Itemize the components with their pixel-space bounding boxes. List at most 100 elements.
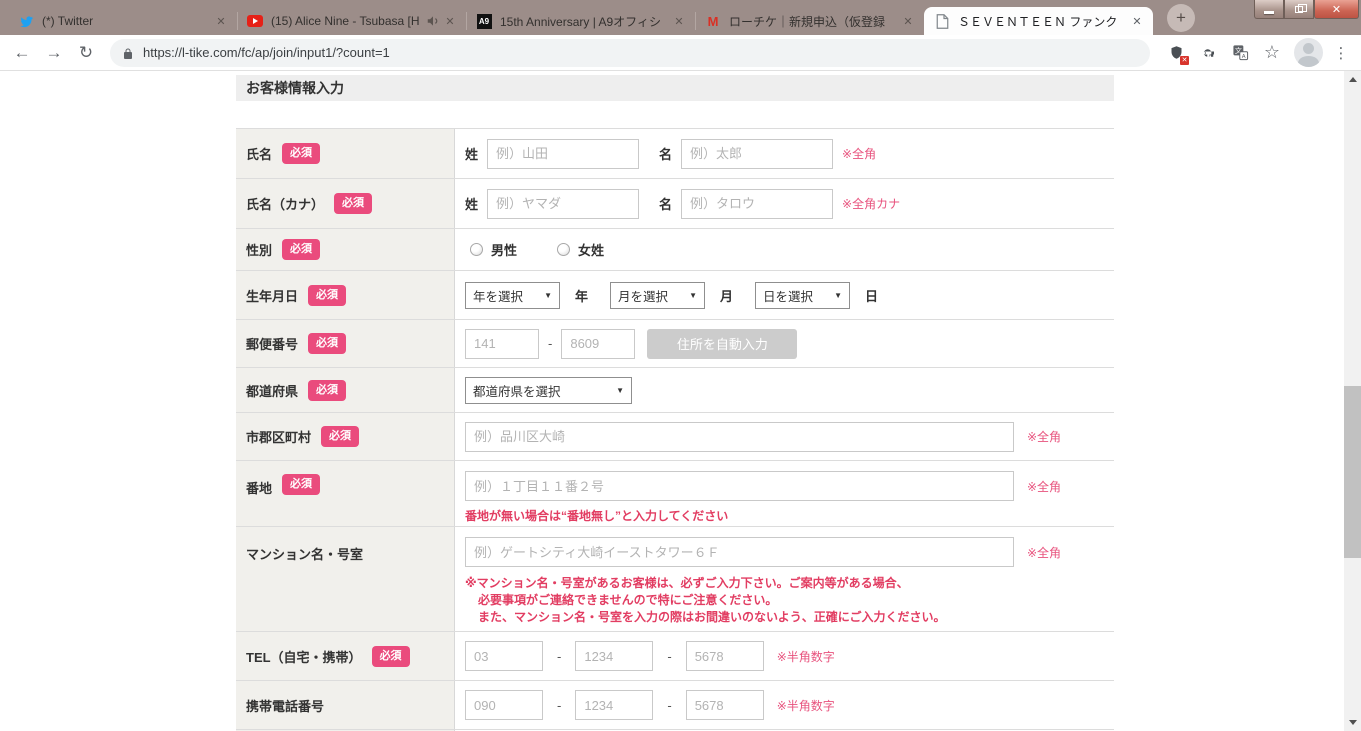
city-input[interactable] — [465, 421, 1014, 452]
bookmark-star-icon[interactable]: ☆ — [1259, 40, 1285, 66]
close-tab-icon[interactable]: ✕ — [213, 13, 229, 29]
close-window-button[interactable]: ✕ — [1314, 0, 1359, 19]
tab-title: 15th Anniversary | A9オフィシ — [500, 14, 661, 29]
gender-male-radio[interactable] — [470, 243, 483, 256]
youtube-icon — [247, 13, 263, 29]
tel-part2-input[interactable] — [575, 641, 654, 671]
sei-label: 姓 — [465, 147, 479, 162]
row-label-cell: マンション名・号室 — [236, 527, 455, 631]
note-zenkaku: ※全角 — [1027, 430, 1062, 444]
close-tab-icon[interactable]: ✕ — [671, 13, 687, 29]
tab-twitter[interactable]: (*) Twitter ✕ — [8, 7, 237, 35]
day-select[interactable]: 日を選択 ▼ — [755, 281, 851, 309]
vertical-scrollbar[interactable] — [1344, 71, 1361, 731]
sei-label: 姓 — [465, 197, 479, 212]
row-banchi: 番地 必須 ※全角 番地が無い場合は“番地無し”と入力してください — [236, 461, 1114, 527]
translate-icon[interactable]: 文A — [1227, 40, 1253, 66]
scroll-down-arrow-icon[interactable] — [1344, 714, 1361, 731]
browser-titlebar: (*) Twitter ✕ (15) Alice Nine - Tsubasa … — [0, 0, 1361, 35]
scroll-up-arrow-icon[interactable] — [1344, 71, 1361, 88]
mansion-input[interactable] — [465, 537, 1014, 567]
svg-text:A: A — [1241, 54, 1245, 60]
tab-youtube[interactable]: (15) Alice Nine - Tsubasa [H ✕ — [237, 7, 466, 35]
prefecture-select[interactable]: 都道府県を選択 ▼ — [465, 376, 632, 404]
tel-part3-input[interactable] — [685, 641, 764, 671]
row-label-cell: TEL（自宅・携帯） 必須 — [236, 632, 455, 680]
new-tab-button[interactable]: + — [1167, 3, 1195, 32]
mobile-part1-input[interactable] — [465, 690, 543, 720]
close-tab-icon[interactable]: ✕ — [442, 13, 458, 29]
banchi-input[interactable] — [465, 471, 1014, 501]
gender-female-radio[interactable] — [557, 243, 571, 256]
last-name-input[interactable] — [487, 138, 640, 169]
profile-avatar[interactable] — [1294, 38, 1323, 67]
row-zipcode: 郵便番号 必須 - 住所を自動入力 — [236, 320, 1114, 368]
extension-badge: ✕ — [1180, 55, 1189, 65]
row-mobile: 携帯電話番号 - - ※半角数字 — [236, 681, 1114, 730]
url-text[interactable]: https://l-tike.com/fc/ap/join/input1/?co… — [143, 45, 390, 60]
shield-extension-icon[interactable]: ✕ — [1163, 40, 1189, 66]
required-badge: 必須 — [282, 143, 321, 164]
banchi-warning: 番地が無い場合は“番地無し”と入力してください — [465, 509, 729, 523]
page-icon — [934, 13, 950, 29]
page-viewport: お客様情報入力 氏名 必須 姓 名 ※全角 — [0, 71, 1361, 731]
lock-icon[interactable] — [122, 47, 134, 59]
row-kana: 氏名（カナ） 必須 姓 名 ※全角カナ — [236, 179, 1114, 229]
field-label: 氏名 — [246, 147, 273, 162]
mobile-part2-input[interactable] — [575, 690, 654, 720]
chevron-down-icon: ▼ — [689, 290, 698, 300]
form-content: お客様情報入力 氏名 必須 姓 名 ※全角 — [236, 75, 1114, 731]
back-button[interactable]: ← — [8, 39, 36, 67]
close-tab-icon[interactable]: ✕ — [1129, 13, 1145, 29]
close-tab-icon[interactable]: ✕ — [900, 13, 916, 29]
row-label-cell: 番地 必須 — [236, 461, 455, 526]
chevron-down-icon: ▼ — [834, 290, 843, 300]
gender-male-label: 男性 — [491, 243, 518, 258]
field-label: 都道府県 — [246, 383, 299, 399]
mobile-part3-input[interactable] — [685, 690, 764, 720]
first-name-input[interactable] — [681, 138, 834, 169]
row-label-cell: 都道府県 必須 — [236, 368, 455, 412]
forward-button[interactable]: → — [40, 39, 68, 67]
scrollbar-thumb[interactable] — [1344, 386, 1361, 558]
month-select[interactable]: 月を選択 ▼ — [610, 281, 706, 309]
address-bar[interactable]: https://l-tike.com/fc/ap/join/input1/?co… — [110, 38, 1150, 67]
mobile-dash: - — [667, 697, 672, 713]
speaker-icon[interactable] — [426, 14, 440, 28]
field-label: TEL（自宅・携帯） — [246, 649, 362, 665]
year-select[interactable]: 年を選択 ▼ — [465, 281, 560, 309]
field-label: 市郡区町村 — [246, 430, 312, 445]
gmail-icon: M — [707, 13, 719, 29]
row-name: 氏名 必須 姓 名 ※全角 — [236, 129, 1114, 179]
tab-a9[interactable]: A9 15th Anniversary | A9オフィシ ✕ — [466, 7, 695, 35]
auto-address-button[interactable]: 住所を自動入力 — [647, 328, 798, 359]
row-prefecture: 都道府県 必須 都道府県を選択 ▼ — [236, 368, 1114, 413]
tab-seventeen-active[interactable]: ＳＥＶＥＮＴＥＥＮ ファンク ✕ — [924, 7, 1153, 35]
key-extension-icon[interactable] — [1195, 40, 1221, 66]
mei-label: 名 — [659, 197, 673, 212]
restore-button[interactable] — [1284, 0, 1314, 19]
window-controls: ✕ — [1254, 0, 1359, 19]
mansion-warning-line3: また、マンション名・号室を入力の際はお間違いのないよう、正確にご入力ください。 — [478, 610, 946, 624]
browser-menu-icon[interactable]: ⋮ — [1329, 44, 1353, 62]
zip-part2-input[interactable] — [561, 328, 636, 359]
first-name-kana-input[interactable] — [681, 188, 834, 219]
reload-button[interactable]: ↻ — [72, 39, 100, 67]
tab-title: (*) Twitter — [42, 14, 94, 28]
note-hankaku: ※半角数字 — [776, 698, 835, 713]
zip-part1-input[interactable] — [465, 328, 539, 359]
day-suffix: 日 — [865, 288, 879, 304]
row-label-cell: 性別 必須 — [236, 229, 455, 270]
form-table: 氏名 必須 姓 名 ※全角 氏名（カナ） 必須 — [236, 128, 1114, 731]
minimize-button[interactable] — [1254, 0, 1284, 19]
browser-window: (*) Twitter ✕ (15) Alice Nine - Tsubasa … — [0, 0, 1361, 731]
chevron-down-icon: ▼ — [544, 290, 552, 300]
row-label-cell: 郵便番号 必須 — [236, 320, 455, 367]
required-badge: 必須 — [308, 333, 347, 354]
row-label-cell: 氏名 必須 — [236, 129, 455, 178]
tab-gmail[interactable]: M ローチケ｜新規申込（仮登録 ✕ — [695, 7, 924, 35]
last-name-kana-input[interactable] — [487, 188, 640, 219]
tel-part1-input[interactable] — [465, 641, 543, 671]
row-birthdate: 生年月日 必須 年を選択 ▼ 年 月を選択 ▼ 月 日を選択 ▼ 日 — [236, 271, 1114, 320]
field-label: 性別 — [246, 243, 273, 258]
